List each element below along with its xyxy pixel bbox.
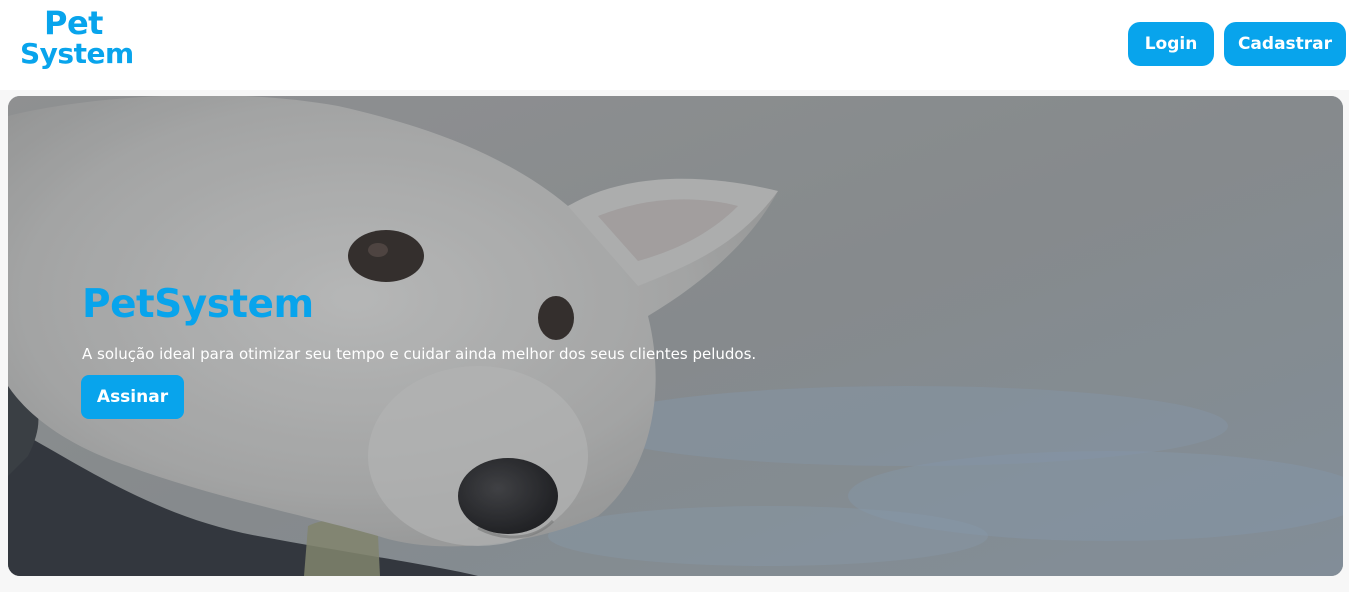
hero-banner: PetSystem A solução ideal para otimizar …: [8, 96, 1343, 576]
hero-subtitle: A solução ideal para otimizar seu tempo …: [82, 345, 757, 363]
login-button[interactable]: Login: [1128, 22, 1214, 66]
logo-line-pet: Pet: [44, 4, 103, 42]
hero-title: PetSystem: [82, 282, 314, 327]
white-dog-hero-image: [8, 96, 1343, 576]
pet-system-logo[interactable]: Pet System: [20, 6, 140, 74]
subscribe-button[interactable]: Assinar: [81, 375, 184, 419]
top-navbar: Pet System Login Cadastrar: [0, 0, 1349, 90]
signup-button[interactable]: Cadastrar: [1224, 22, 1346, 66]
logo-line-system: System: [20, 37, 134, 70]
